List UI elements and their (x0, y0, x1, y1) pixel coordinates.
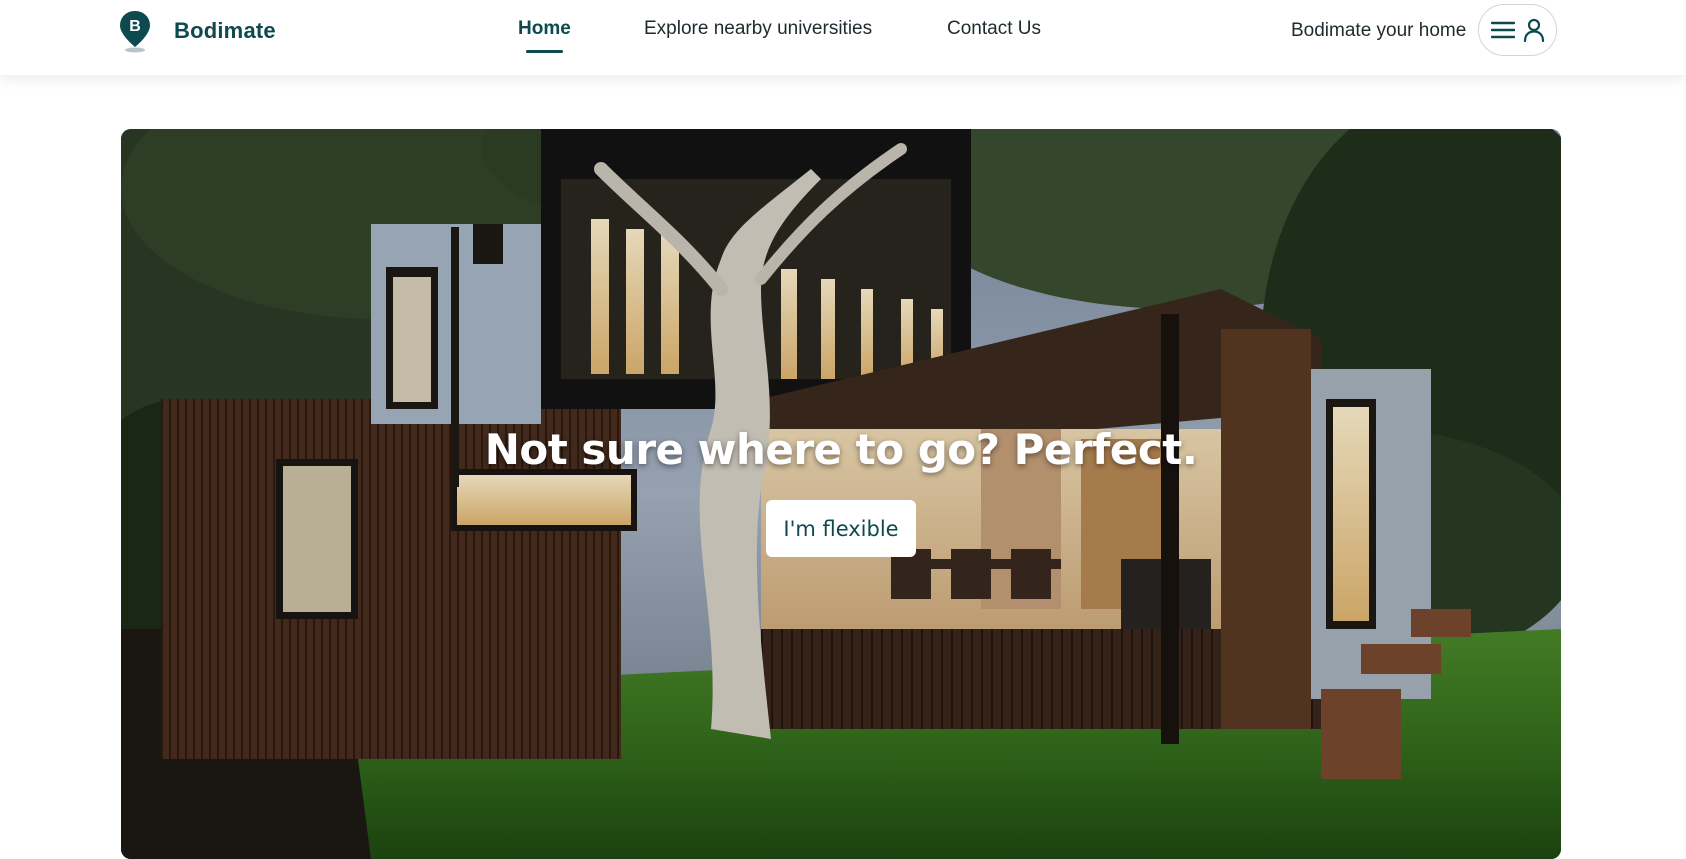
logo-letter: B (129, 18, 141, 35)
hero-house-image (121, 129, 1561, 859)
hero-banner: Not sure where to go? Perfect. I'm flexi… (121, 129, 1561, 859)
host-your-home-link[interactable]: Bodimate your home (1291, 20, 1466, 42)
user-icon (1523, 18, 1544, 42)
brand-name: Bodimate (174, 18, 276, 43)
nav-contact-us[interactable]: Contact Us (947, 18, 1041, 40)
im-flexible-button[interactable]: I'm flexible (766, 500, 916, 557)
nav-home[interactable]: Home (518, 18, 571, 40)
nav-active-indicator (526, 50, 563, 53)
hero-title: Not sure where to go? Perfect. (484, 425, 1198, 474)
top-navbar: B Bodimate Home Explore nearby universit… (0, 0, 1686, 75)
user-menu-button[interactable] (1478, 4, 1557, 56)
nav-explore-universities[interactable]: Explore nearby universities (644, 18, 872, 40)
hamburger-icon (1490, 21, 1515, 39)
map-pin-logo-icon: B (120, 11, 150, 53)
brand-home-link[interactable]: B Bodimate (118, 9, 276, 53)
